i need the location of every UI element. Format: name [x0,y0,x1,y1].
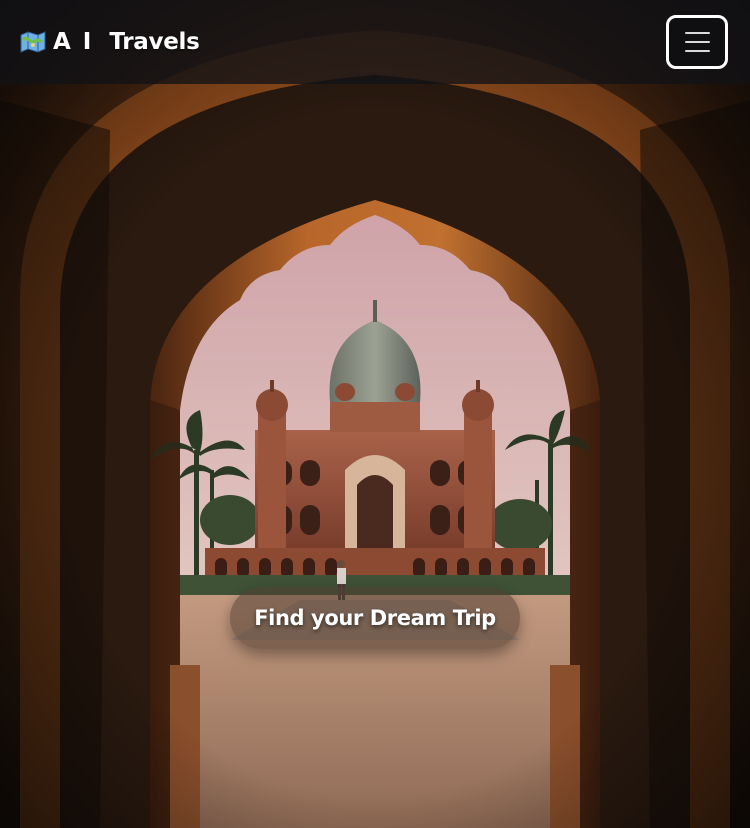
brand-prefix: A I [53,29,94,55]
brand-link[interactable]: A I Travels [20,29,200,55]
find-dream-trip-button[interactable]: Find your Dream Trip [230,587,520,649]
hamburger-menu-icon-bar [684,41,710,43]
top-navbar: A I Travels [0,0,750,84]
hero-background-image [0,0,750,828]
brand-name: Travels [109,29,200,55]
hamburger-menu-icon [684,32,710,34]
page: A I Travels Find your Dream Trip [0,0,750,828]
map-icon [20,31,46,53]
hamburger-menu-icon-bar [684,50,710,52]
hamburger-menu-button[interactable] [666,15,728,69]
